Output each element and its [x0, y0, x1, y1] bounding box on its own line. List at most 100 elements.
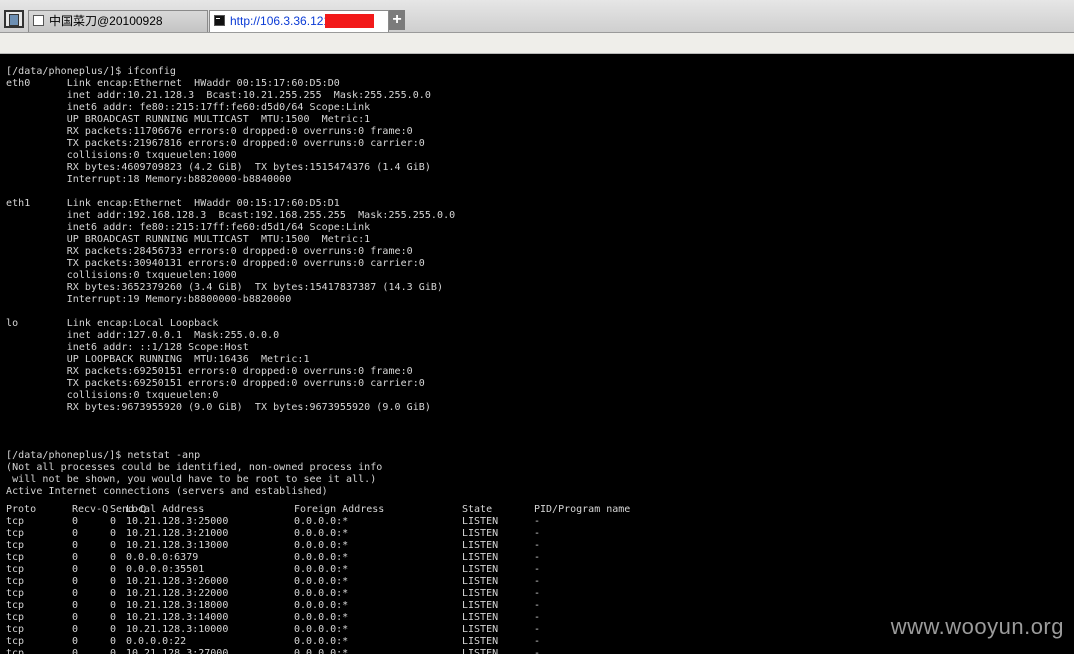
- netstat-cell: 0.0.0.0:22: [126, 636, 187, 647]
- netstat-cell: LISTEN: [462, 540, 499, 551]
- netstat-cell: -: [534, 552, 541, 563]
- netstat-cell: State: [462, 504, 493, 515]
- netstat-cell: 0.0.0.0:*: [294, 612, 349, 623]
- netstat-cell: 0: [72, 648, 79, 654]
- netstat-cell: 10.21.128.3:14000: [126, 612, 229, 623]
- netstat-cell: 0.0.0.0:35501: [126, 564, 205, 575]
- netstat-cell: 10.21.128.3:26000: [126, 576, 229, 587]
- netstat-cell: tcp: [6, 564, 25, 575]
- netstat-cell: Recv-Q: [72, 504, 109, 515]
- netstat-cell: 0.0.0.0:6379: [126, 552, 199, 563]
- watermark: www.wooyun.org: [890, 614, 1064, 639]
- tab-title: http://106.3.36.121/: [230, 14, 334, 28]
- netstat-cell: 0.0.0.0:*: [294, 516, 349, 527]
- netstat-cell: 0.0.0.0:*: [294, 564, 349, 575]
- netstat-cell: -: [534, 576, 541, 587]
- tab-title: 中国菜刀@20100928: [49, 14, 163, 28]
- redaction-box: [325, 14, 374, 28]
- netstat-cell: -: [534, 648, 541, 654]
- terminal-icon: [214, 15, 225, 26]
- netstat-cell: 0.0.0.0:*: [294, 600, 349, 611]
- netstat-cell: -: [534, 540, 541, 551]
- netstat-cell: 0: [72, 576, 79, 587]
- netstat-cell: tcp: [6, 528, 25, 539]
- netstat-cell: LISTEN: [462, 528, 499, 539]
- netstat-cell: tcp: [6, 636, 25, 647]
- netstat-cell: 0.0.0.0:*: [294, 636, 349, 647]
- netstat-cell: -: [534, 636, 541, 647]
- netstat-cell: 10.21.128.3:21000: [126, 528, 229, 539]
- netstat-cell: 0.0.0.0:*: [294, 540, 349, 551]
- netstat-cell: -: [534, 516, 541, 527]
- netstat-cell: 0: [110, 564, 117, 575]
- window-menu-icon[interactable]: [4, 10, 24, 28]
- netstat-cell: 0: [110, 576, 117, 587]
- netstat-cell: PID/Program name: [534, 504, 631, 515]
- netstat-cell: 0.0.0.0:*: [294, 528, 349, 539]
- netstat-cell: LISTEN: [462, 588, 499, 599]
- netstat-cell: 10.21.128.3:18000: [126, 600, 229, 611]
- netstat-cell: 0: [110, 648, 117, 654]
- ifconfig-output: [/data/phoneplus/]$ ifconfig eth0 Link e…: [6, 66, 456, 497]
- netstat-cell: tcp: [6, 576, 25, 587]
- netstat-cell: 0: [110, 540, 117, 551]
- netstat-cell: 10.21.128.3:10000: [126, 624, 229, 635]
- netstat-cell: tcp: [6, 612, 25, 623]
- netstat-cell: tcp: [6, 552, 25, 563]
- netstat-cell: 0: [110, 636, 117, 647]
- netstat-cell: Proto: [6, 504, 37, 515]
- netstat-cell: 0: [110, 600, 117, 611]
- tab-bar: 中国菜刀@20100928 http://106.3.36.121/ +: [0, 0, 1074, 33]
- netstat-cell: 0.0.0.0:*: [294, 624, 349, 635]
- netstat-cell: -: [534, 588, 541, 599]
- netstat-cell: Local Address: [126, 504, 205, 515]
- netstat-cell: 10.21.128.3:27000: [126, 648, 229, 654]
- tab-caidao[interactable]: 中国菜刀@20100928: [28, 10, 208, 32]
- netstat-cell: 0.0.0.0:*: [294, 576, 349, 587]
- netstat-cell: 0.0.0.0:*: [294, 552, 349, 563]
- netstat-cell: tcp: [6, 624, 25, 635]
- netstat-cell: -: [534, 528, 541, 539]
- terminal-output[interactable]: [/data/phoneplus/]$ ifconfig eth0 Link e…: [0, 54, 1074, 654]
- netstat-cell: 0: [72, 636, 79, 647]
- netstat-cell: 0: [72, 624, 79, 635]
- netstat-cell: 0: [110, 624, 117, 635]
- netstat-cell: tcp: [6, 516, 25, 527]
- netstat-cell: 10.21.128.3:22000: [126, 588, 229, 599]
- netstat-cell: LISTEN: [462, 636, 499, 647]
- netstat-cell: tcp: [6, 600, 25, 611]
- netstat-cell: LISTEN: [462, 564, 499, 575]
- netstat-cell: 0: [72, 612, 79, 623]
- netstat-cell: tcp: [6, 648, 25, 654]
- netstat-cell: -: [534, 600, 541, 611]
- netstat-cell: 0: [110, 612, 117, 623]
- netstat-cell: -: [534, 624, 541, 635]
- netstat-cell: 0: [72, 552, 79, 563]
- netstat-cell: 0: [110, 552, 117, 563]
- netstat-cell: -: [534, 612, 541, 623]
- netstat-cell: 10.21.128.3:25000: [126, 516, 229, 527]
- netstat-cell: 0: [72, 600, 79, 611]
- netstat-cell: LISTEN: [462, 516, 499, 527]
- netstat-cell: 0: [110, 588, 117, 599]
- netstat-cell: -: [534, 564, 541, 575]
- netstat-cell: Foreign Address: [294, 504, 385, 515]
- netstat-cell: tcp: [6, 588, 25, 599]
- new-tab-button[interactable]: +: [389, 10, 405, 30]
- toolbar-strip: [0, 33, 1074, 54]
- netstat-cell: 0: [72, 564, 79, 575]
- netstat-cell: 0: [110, 528, 117, 539]
- netstat-cell: 0: [72, 588, 79, 599]
- netstat-cell: 0: [72, 528, 79, 539]
- netstat-cell: LISTEN: [462, 552, 499, 563]
- netstat-cell: 0.0.0.0:*: [294, 648, 349, 654]
- netstat-cell: LISTEN: [462, 600, 499, 611]
- netstat-cell: 0: [72, 516, 79, 527]
- netstat-cell: 10.21.128.3:13000: [126, 540, 229, 551]
- netstat-cell: LISTEN: [462, 648, 499, 654]
- netstat-cell: LISTEN: [462, 612, 499, 623]
- netstat-cell: LISTEN: [462, 576, 499, 587]
- netstat-cell: tcp: [6, 540, 25, 551]
- document-icon: [33, 15, 44, 26]
- netstat-cell: 0: [72, 540, 79, 551]
